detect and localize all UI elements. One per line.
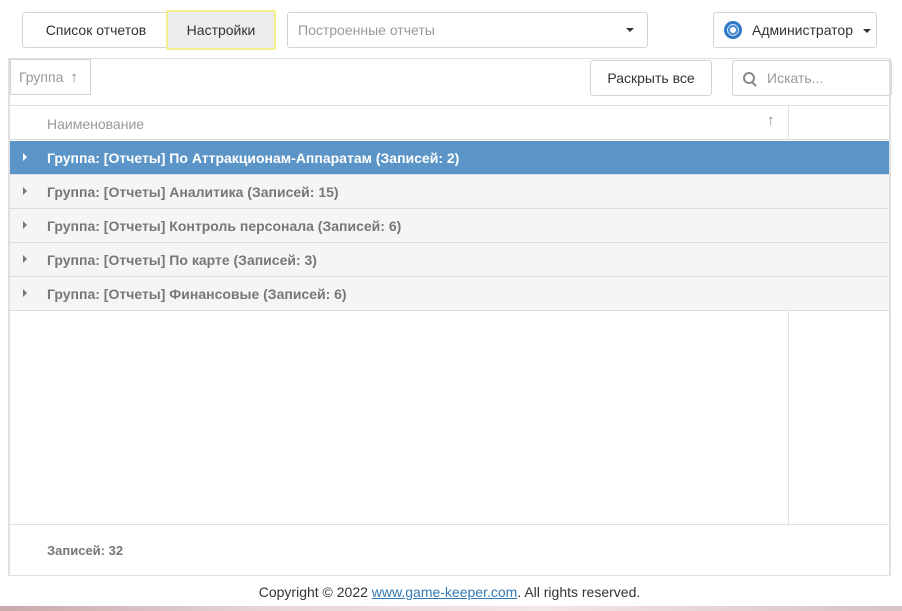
record-count: Записей: 32: [47, 543, 124, 558]
search-placeholder: Искать...: [767, 70, 824, 86]
built-reports-select[interactable]: Построенные отчеты: [287, 12, 648, 48]
column-divider: [788, 311, 789, 524]
expand-arrow-icon[interactable]: [23, 187, 27, 195]
group-row-label: Группа: [Отчеты] По Аттракционам-Аппарат…: [47, 150, 460, 166]
group-row-label: Группа: [Отчеты] По карте (Записей: 3): [47, 252, 317, 268]
tab-report-list-label: Список отчетов: [45, 22, 147, 38]
tab-settings[interactable]: Настройки: [166, 10, 276, 50]
group-row[interactable]: Группа: [Отчеты] Контроль персонала (Зап…: [10, 209, 889, 243]
group-row[interactable]: Группа: [Отчеты] По карте (Записей: 3): [10, 243, 889, 277]
copyright-suffix: . All rights reserved.: [517, 584, 641, 600]
group-rows: Группа: [Отчеты] По Аттракционам-Аппарат…: [10, 141, 889, 311]
group-row[interactable]: Группа: [Отчеты] Аналитика (Записей: 15): [10, 175, 889, 209]
background-strip: [0, 606, 902, 611]
user-menu-button[interactable]: Администратор: [713, 12, 877, 48]
expand-all-label: Раскрыть все: [607, 70, 695, 86]
column-header-name[interactable]: Наименование: [47, 116, 144, 132]
group-row[interactable]: Группа: [Отчеты] По Аттракционам-Аппарат…: [10, 141, 889, 175]
search-icon: [743, 72, 755, 84]
site-link[interactable]: www.game-keeper.com: [372, 584, 518, 600]
group-row-label: Группа: [Отчеты] Контроль персонала (Зап…: [47, 218, 402, 234]
chevron-down-icon: [626, 28, 634, 32]
user-name: Администратор: [752, 22, 854, 38]
chevron-down-icon: [863, 29, 871, 33]
expand-arrow-icon[interactable]: [23, 289, 27, 297]
column-header-row: Наименование ↑: [10, 105, 889, 140]
copyright-prefix: Copyright © 2022: [258, 584, 372, 600]
group-by-chip[interactable]: Группа ↑: [10, 59, 91, 95]
tab-settings-label: Настройки: [186, 22, 256, 38]
expand-all-button[interactable]: Раскрыть все: [590, 60, 712, 96]
reports-grid: Группа ↑ Раскрыть все Искать... Наименов…: [8, 58, 892, 576]
group-row-label: Группа: [Отчеты] Финансовые (Записей: 6): [47, 286, 347, 302]
user-avatar-icon: [724, 21, 742, 39]
group-row[interactable]: Группа: [Отчеты] Финансовые (Записей: 6): [10, 277, 889, 311]
group-by-label: Группа: [19, 69, 64, 85]
sort-ascending-icon[interactable]: ↑: [767, 112, 775, 129]
expand-arrow-icon[interactable]: [23, 221, 27, 229]
built-reports-select-placeholder: Построенные отчеты: [298, 22, 435, 38]
expand-arrow-icon[interactable]: [23, 255, 27, 263]
expand-arrow-icon[interactable]: [23, 153, 27, 161]
tab-report-list[interactable]: Список отчетов: [22, 12, 170, 48]
column-divider: [788, 106, 789, 140]
copyright-footer: Copyright © 2022 www.game-keeper.com. Al…: [0, 584, 899, 600]
search-input[interactable]: Искать...: [732, 60, 892, 96]
sort-ascending-icon[interactable]: ↑: [70, 69, 78, 86]
group-row-label: Группа: [Отчеты] Аналитика (Записей: 15): [47, 184, 339, 200]
grid-summary-footer: Записей: 32: [10, 524, 889, 575]
